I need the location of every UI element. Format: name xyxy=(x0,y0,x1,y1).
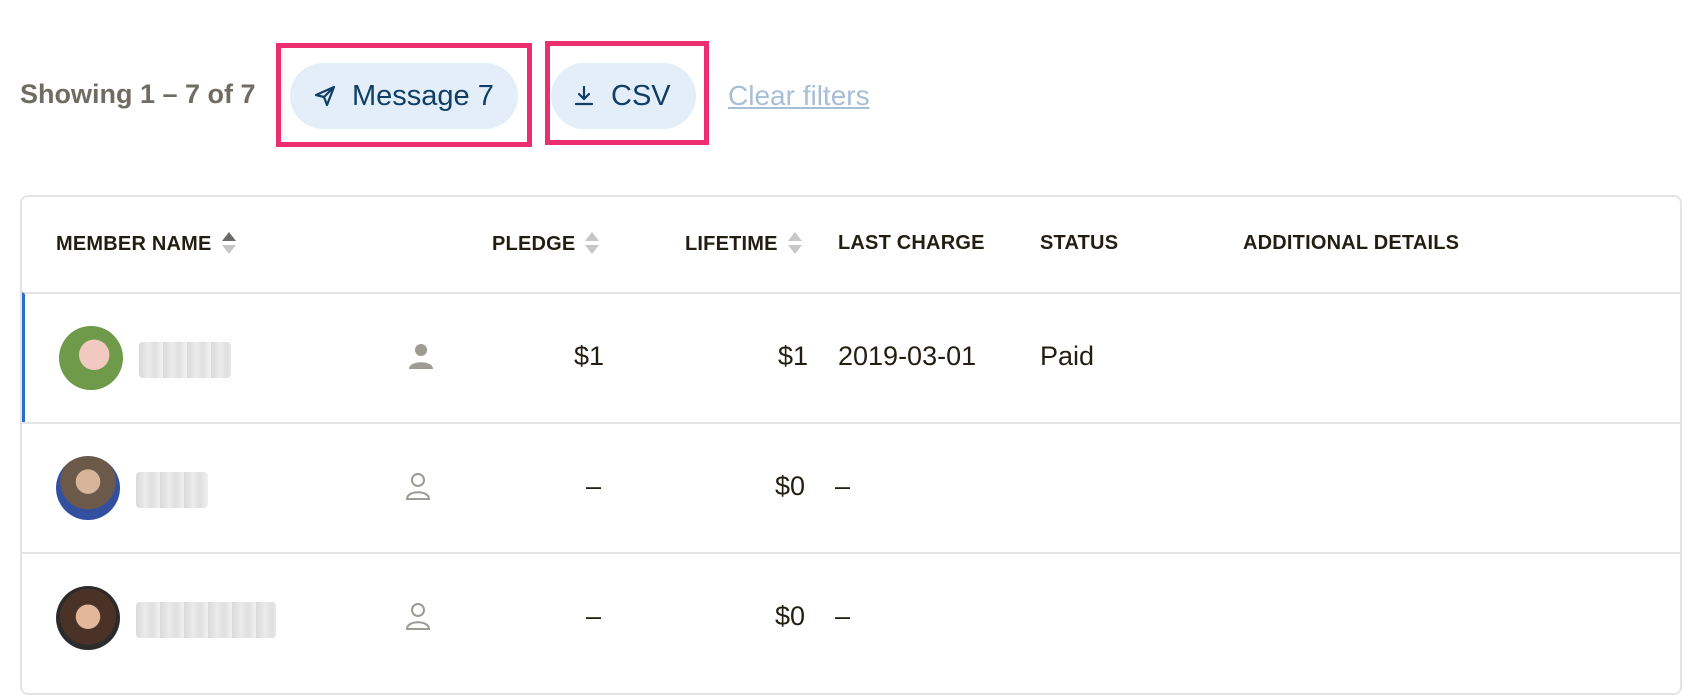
avatar xyxy=(56,586,120,650)
results-count: Showing 1 – 7 of 7 xyxy=(20,79,256,109)
table-row[interactable]: – $0 – xyxy=(22,552,1680,682)
clear-filters-link[interactable]: Clear filters xyxy=(728,80,870,112)
person-outline-icon xyxy=(405,472,431,500)
member-name-redacted xyxy=(136,472,208,508)
column-header-label: LIFETIME xyxy=(685,232,778,255)
person-outline-icon xyxy=(405,602,431,630)
pledge-cell: – xyxy=(585,601,601,631)
sort-icon xyxy=(787,232,802,256)
table-row[interactable]: $1 $1 2019-03-01 Paid xyxy=(22,292,1680,422)
column-header-pledge[interactable]: PLEDGE xyxy=(492,232,600,256)
avatar xyxy=(56,456,120,520)
column-header-member-name[interactable]: MEMBER NAME xyxy=(56,232,236,256)
member-name-redacted xyxy=(136,602,276,638)
pledge-cell: $1 xyxy=(573,341,604,371)
last-charge-cell: – xyxy=(835,471,851,501)
column-header-last-charge: LAST CHARGE xyxy=(838,232,985,254)
table-row[interactable]: – $0 – xyxy=(22,422,1680,552)
sort-icon xyxy=(585,232,600,256)
column-header-status: STATUS xyxy=(1040,232,1119,254)
lifetime-cell: $0 xyxy=(774,471,805,501)
column-header-lifetime[interactable]: LIFETIME xyxy=(685,232,802,256)
members-table: MEMBER NAME PLEDGE LIFETIME LAST CHARGE … xyxy=(20,195,1682,695)
column-header-label: PLEDGE xyxy=(492,232,576,255)
last-charge-cell: – xyxy=(835,601,851,631)
column-header-label: MEMBER NAME xyxy=(56,232,212,255)
highlight-box-csv xyxy=(545,41,709,145)
member-name-redacted xyxy=(139,342,231,378)
lifetime-cell: $1 xyxy=(777,341,808,371)
results-toolbar: Showing 1 – 7 of 7 Message 7 CSV Clear f… xyxy=(0,0,1700,150)
lifetime-cell: $0 xyxy=(774,601,805,631)
status-cell: Paid xyxy=(1040,341,1095,371)
avatar xyxy=(59,326,123,390)
column-header-additional-details: ADDITIONAL DETAILS xyxy=(1243,232,1460,254)
last-charge-cell: 2019-03-01 xyxy=(838,341,977,371)
sort-icon xyxy=(221,232,236,256)
highlight-box-message xyxy=(276,43,532,147)
person-filled-icon xyxy=(408,342,434,370)
pledge-cell: – xyxy=(585,471,601,501)
